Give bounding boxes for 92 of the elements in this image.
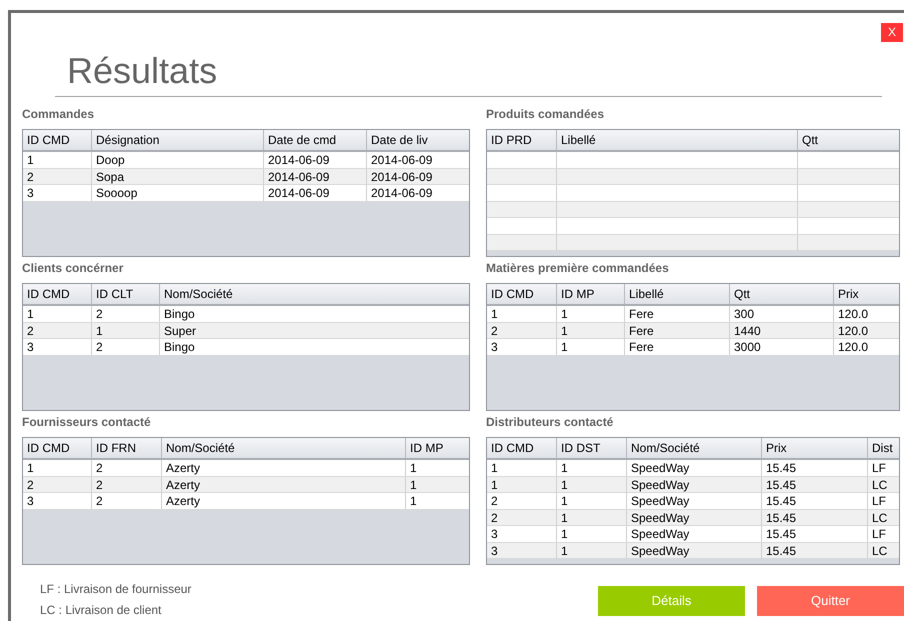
legend-text: LF : Livraison de fournisseur bbox=[40, 581, 192, 597]
column-header[interactable]: ID CMD bbox=[487, 438, 556, 458]
table-cell: 2 bbox=[91, 493, 161, 509]
table-cell: 1 bbox=[556, 493, 626, 509]
table-cell: SpeedWay bbox=[626, 542, 761, 558]
table-cell: 2 bbox=[91, 460, 161, 476]
table-cell-text: 1 bbox=[26, 460, 35, 476]
table-cell: LC bbox=[867, 542, 899, 558]
table-cell-text: 2 bbox=[26, 476, 35, 492]
table-cell: 2 bbox=[91, 306, 159, 322]
column-header[interactable]: Nom/Société bbox=[161, 438, 405, 458]
table-cell: Fere bbox=[624, 306, 729, 322]
column-header[interactable]: Désignation bbox=[91, 130, 263, 150]
column-header[interactable]: Prix bbox=[833, 284, 899, 304]
column-header[interactable]: ID CMD bbox=[23, 130, 91, 150]
table-cell: SpeedWay bbox=[626, 493, 761, 509]
column-header[interactable]: ID PRD bbox=[487, 130, 556, 150]
table-cell-text: 3 bbox=[490, 542, 499, 558]
column-header[interactable]: ID CMD bbox=[23, 438, 91, 458]
column-header[interactable]: Libellé bbox=[624, 284, 729, 304]
table-cell-text: 3 bbox=[26, 339, 35, 355]
table-cell: 1 bbox=[405, 493, 469, 509]
table-cell-text: 3 bbox=[490, 339, 499, 355]
close-button[interactable]: X bbox=[881, 23, 903, 42]
table-cell: 2014-06-09 bbox=[263, 152, 366, 168]
table-cell-text: 2 bbox=[490, 322, 499, 338]
table-cell: 120.0 bbox=[833, 306, 899, 322]
table-cell: LF bbox=[867, 526, 899, 542]
table-cell: 1 bbox=[556, 542, 626, 558]
table-cell-text: 3 bbox=[26, 493, 35, 509]
column-header[interactable]: ID CLT bbox=[91, 284, 159, 304]
table-cell: Azerty bbox=[161, 460, 405, 476]
table-cell: 1 bbox=[556, 460, 626, 476]
section-title: Commandes bbox=[22, 107, 96, 121]
column-header[interactable]: Date de liv bbox=[366, 130, 469, 150]
legend-text: LC : Livraison de client bbox=[40, 602, 162, 618]
table-cell: 2014-06-09 bbox=[263, 185, 366, 201]
column-header[interactable]: Qtt bbox=[797, 130, 899, 150]
table-cell-text: 1 bbox=[490, 460, 499, 476]
table-cell-text: 3 bbox=[26, 185, 35, 201]
column-header[interactable]: ID MP bbox=[556, 284, 624, 304]
table-cell-text: 2 bbox=[490, 510, 499, 526]
table-cell: Fere bbox=[624, 339, 729, 355]
table-cell-text: 2 bbox=[26, 168, 35, 184]
section-title: Distributeurs contacté bbox=[486, 415, 614, 429]
table-cell-text: 3 bbox=[490, 526, 499, 542]
table-cell: 2014-06-09 bbox=[366, 152, 469, 168]
section-title: Produits comandées bbox=[486, 107, 606, 121]
window-title: Résultats bbox=[67, 50, 218, 92]
table-cell: Soooop bbox=[91, 185, 263, 201]
section-title: Clients concérner bbox=[22, 261, 124, 275]
table-cell-text: 1 bbox=[490, 476, 499, 492]
table-cell-text: 1 bbox=[490, 306, 499, 322]
table-cell-text: 2 bbox=[26, 322, 35, 338]
table-cell: 1 bbox=[556, 306, 624, 322]
table-cell: Azerty bbox=[161, 493, 405, 509]
column-header[interactable]: ID FRN bbox=[91, 438, 161, 458]
table-cell: 1 bbox=[556, 339, 624, 355]
column-header[interactable]: ID CMD bbox=[23, 284, 91, 304]
column-header[interactable]: Nom/Société bbox=[626, 438, 761, 458]
table-cell: 1 bbox=[405, 460, 469, 476]
table-cell-text: 1 bbox=[26, 152, 35, 168]
column-header[interactable]: Qtt bbox=[729, 284, 833, 304]
table-cell-text: 2 bbox=[490, 493, 499, 509]
column-header[interactable]: ID CMD bbox=[487, 284, 556, 304]
table-cell: LF bbox=[867, 493, 899, 509]
section-title: Matières première commandées bbox=[486, 261, 670, 275]
table-cell: SpeedWay bbox=[626, 460, 761, 476]
column-header[interactable]: Nom/Société bbox=[159, 284, 469, 304]
table-cell-text: 1 bbox=[26, 306, 35, 322]
column-header[interactable]: Dist bbox=[867, 438, 899, 458]
table-cell: Bingo bbox=[159, 306, 469, 322]
table-cell: 15.45 bbox=[761, 542, 867, 558]
table-cell: 15.45 bbox=[761, 493, 867, 509]
column-header[interactable]: Prix bbox=[761, 438, 867, 458]
table-cell: 2014-06-09 bbox=[366, 185, 469, 201]
column-header[interactable]: ID DST bbox=[556, 438, 626, 458]
table-cell: 2 bbox=[91, 339, 159, 355]
section-title: Fournisseurs contacté bbox=[22, 415, 152, 429]
column-header[interactable]: ID MP bbox=[405, 438, 469, 458]
table-cell: LF bbox=[867, 460, 899, 476]
table-cell: 120.0 bbox=[833, 339, 899, 355]
table-cell: Bingo bbox=[159, 339, 469, 355]
column-header[interactable]: Libellé bbox=[556, 130, 797, 150]
table-cell: 300 bbox=[729, 306, 833, 322]
table-cell: 15.45 bbox=[761, 526, 867, 542]
table-cell: 3000 bbox=[729, 339, 833, 355]
table-cell: Doop bbox=[91, 152, 263, 168]
table-cell: SpeedWay bbox=[626, 526, 761, 542]
column-header[interactable]: Date de cmd bbox=[263, 130, 366, 150]
table-cell: 1 bbox=[556, 526, 626, 542]
table-cell: 15.45 bbox=[761, 460, 867, 476]
